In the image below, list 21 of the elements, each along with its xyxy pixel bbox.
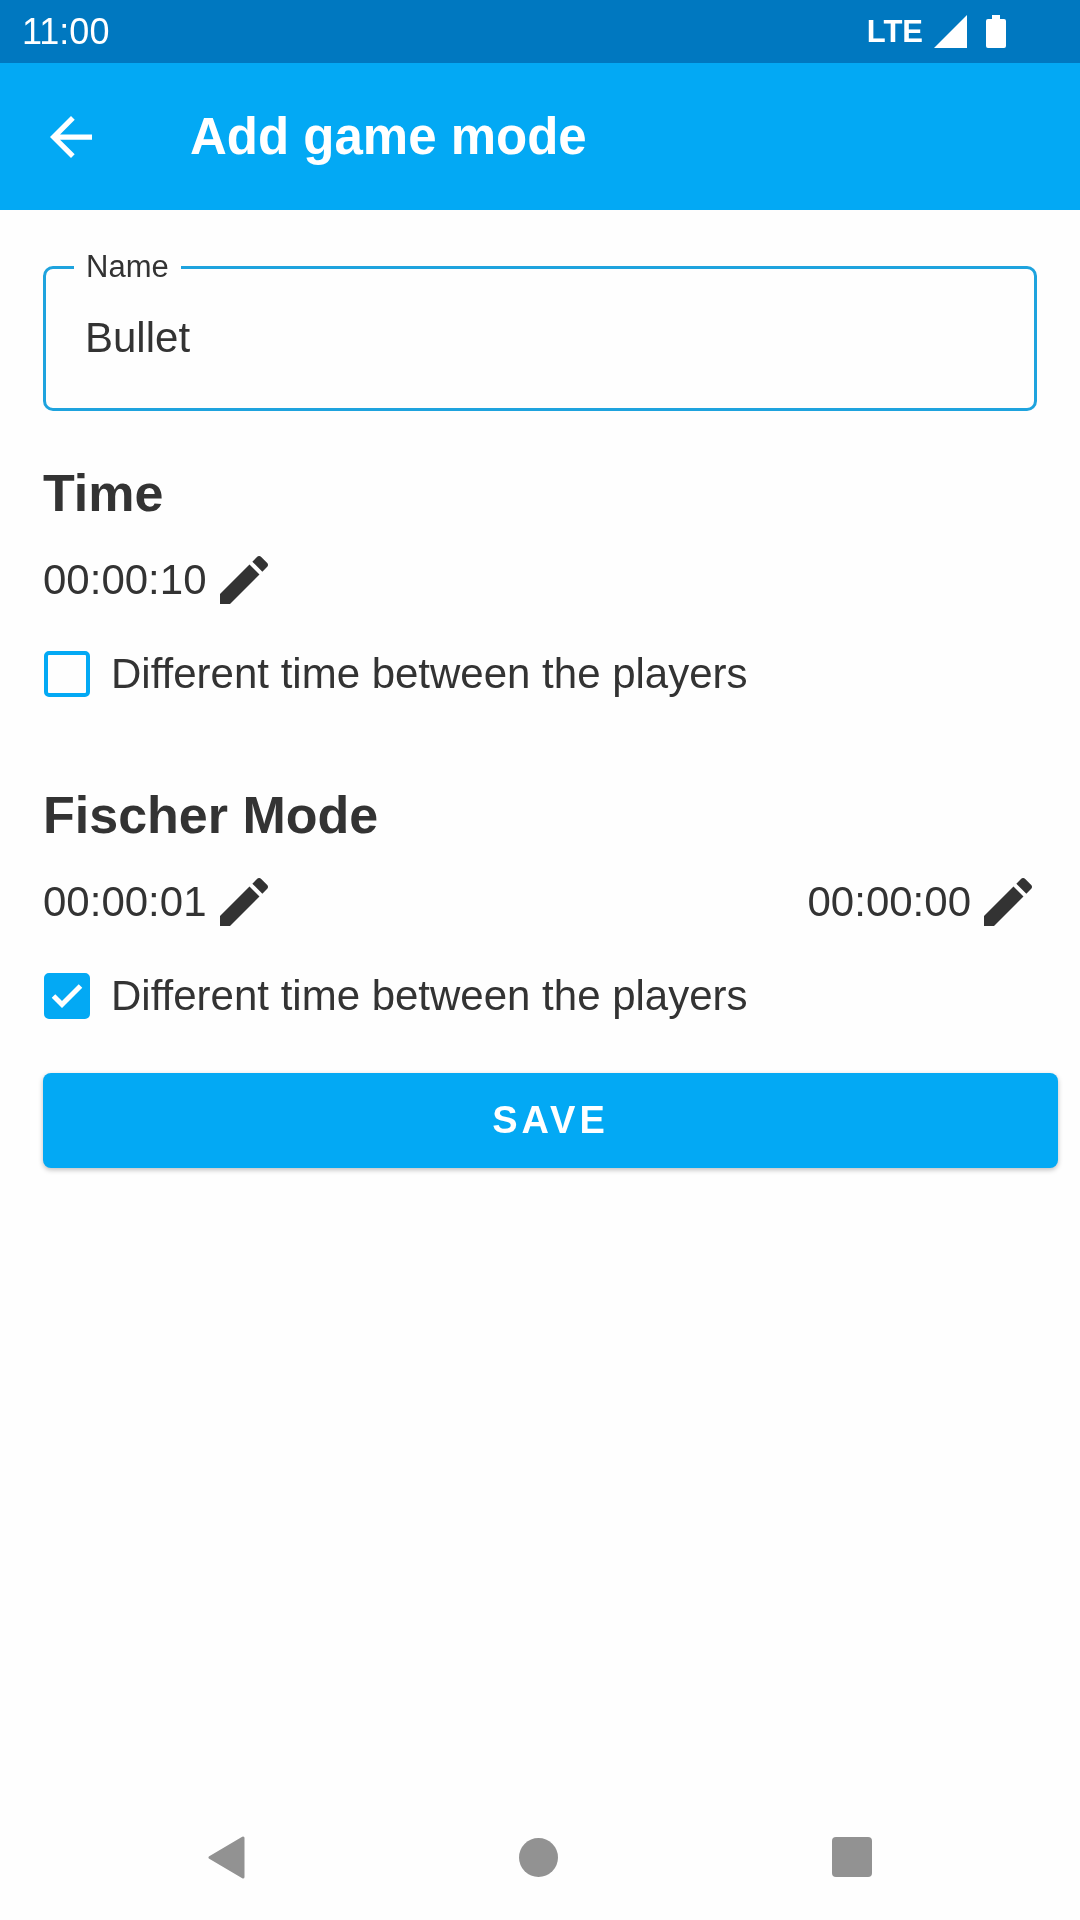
signal-icon: [934, 15, 967, 48]
check-icon: [51, 983, 83, 1009]
status-time: 11:00: [22, 11, 110, 52]
checkbox[interactable]: [44, 651, 90, 697]
checkbox-label: Different time between the players: [111, 971, 748, 1021]
back-icon[interactable]: [208, 1835, 245, 1879]
checkbox-label: Different time between the players: [111, 649, 748, 699]
network-type: LTE: [866, 13, 923, 50]
edit-icon[interactable]: [984, 878, 1032, 926]
back-arrow-icon[interactable]: [50, 115, 92, 158]
time-value: 00:00:01: [43, 877, 207, 927]
edit-icon[interactable]: [219, 878, 268, 926]
time-value: 00:00:10: [43, 555, 207, 605]
section-heading: Time: [43, 463, 164, 524]
home-icon[interactable]: [519, 1837, 558, 1877]
section-heading: Fischer Mode: [43, 785, 379, 846]
edit-icon[interactable]: [219, 556, 268, 604]
time-value: 00:00:00: [807, 877, 971, 927]
screen-title: Add game mode: [190, 106, 587, 167]
battery-icon: [986, 15, 1006, 48]
checkbox[interactable]: [44, 973, 90, 1019]
